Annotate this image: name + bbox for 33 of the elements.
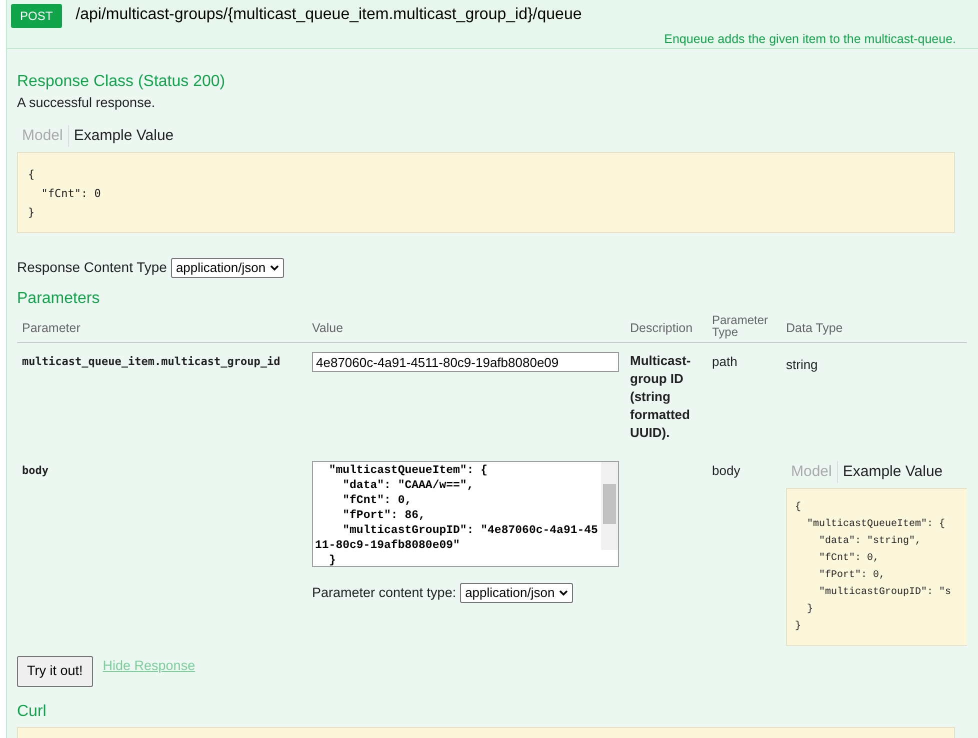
code-block: { "multicastQueueItem": { "data": "string", "fCnt": 0, "fPort": 0, "multicastGroupID": "s } } bbox=[786, 488, 967, 646]
column-header: Parameter bbox=[21, 320, 82, 338]
content-type-select[interactable]: application/json bbox=[170, 258, 284, 278]
parameter-type: path bbox=[711, 353, 738, 371]
endpoint-path: /api/multicast-groups/{multicast_queue_item.multicast_group_id}/queue bbox=[76, 5, 582, 25]
chevron-down-icon bbox=[558, 590, 568, 596]
column-header: Data Type bbox=[785, 320, 844, 338]
chevron-down-icon bbox=[270, 264, 279, 270]
column-header: Parameter Type bbox=[711, 314, 770, 338]
parameter-type: body bbox=[711, 462, 742, 480]
section-heading: Response Class (Status 200) bbox=[17, 72, 226, 92]
parameter-name: body bbox=[21, 463, 50, 479]
try-it-out-button[interactable]: Try it out! bbox=[17, 656, 93, 687]
column-header: Description bbox=[629, 320, 694, 338]
code-block: { "fCnt": 0 } bbox=[17, 152, 955, 233]
parameter-description: Multicast-group ID (string formatted UUID). bbox=[629, 352, 692, 442]
view-tab[interactable]: Example Value bbox=[836, 461, 948, 483]
scrollbar[interactable] bbox=[601, 462, 618, 550]
response-description: A successful response. bbox=[17, 94, 156, 112]
content-type-select[interactable]: application/json bbox=[460, 583, 573, 604]
section-heading: Curl bbox=[17, 702, 48, 722]
view-tab[interactable]: Example Value bbox=[68, 125, 179, 147]
field-label: Response Content Type bbox=[17, 258, 167, 277]
endpoint-summary: Enqueue adds the given item to the multicast-queue. bbox=[664, 31, 956, 48]
data-type: string bbox=[786, 356, 819, 374]
section-heading: Parameters bbox=[17, 289, 101, 309]
method-badge: POST bbox=[11, 4, 62, 28]
column-header: Value bbox=[311, 320, 344, 338]
body-textarea[interactable]: "multicastQueueItem": { "data": "CAAA/w==", "fCnt": 0, "fPort": 86, "multicastGroupID": "4e87060c-4a91-4511-80c9-19afb8080e09" } bbox=[312, 461, 619, 567]
field-label: Parameter content type: bbox=[312, 584, 456, 602]
endpoint-header[interactable]: POST /api/multicast-groups/{multicast_queue_item.multicast_group_id}/queue Enqueue adds the given item to the multicast-queue. bbox=[7, 0, 978, 49]
value-input[interactable]: 4e87060c-4a91-4511-80c9-19afb8080e09 bbox=[312, 352, 619, 372]
parameter-name: multicast_queue_item.multicast_group_id bbox=[21, 354, 282, 370]
